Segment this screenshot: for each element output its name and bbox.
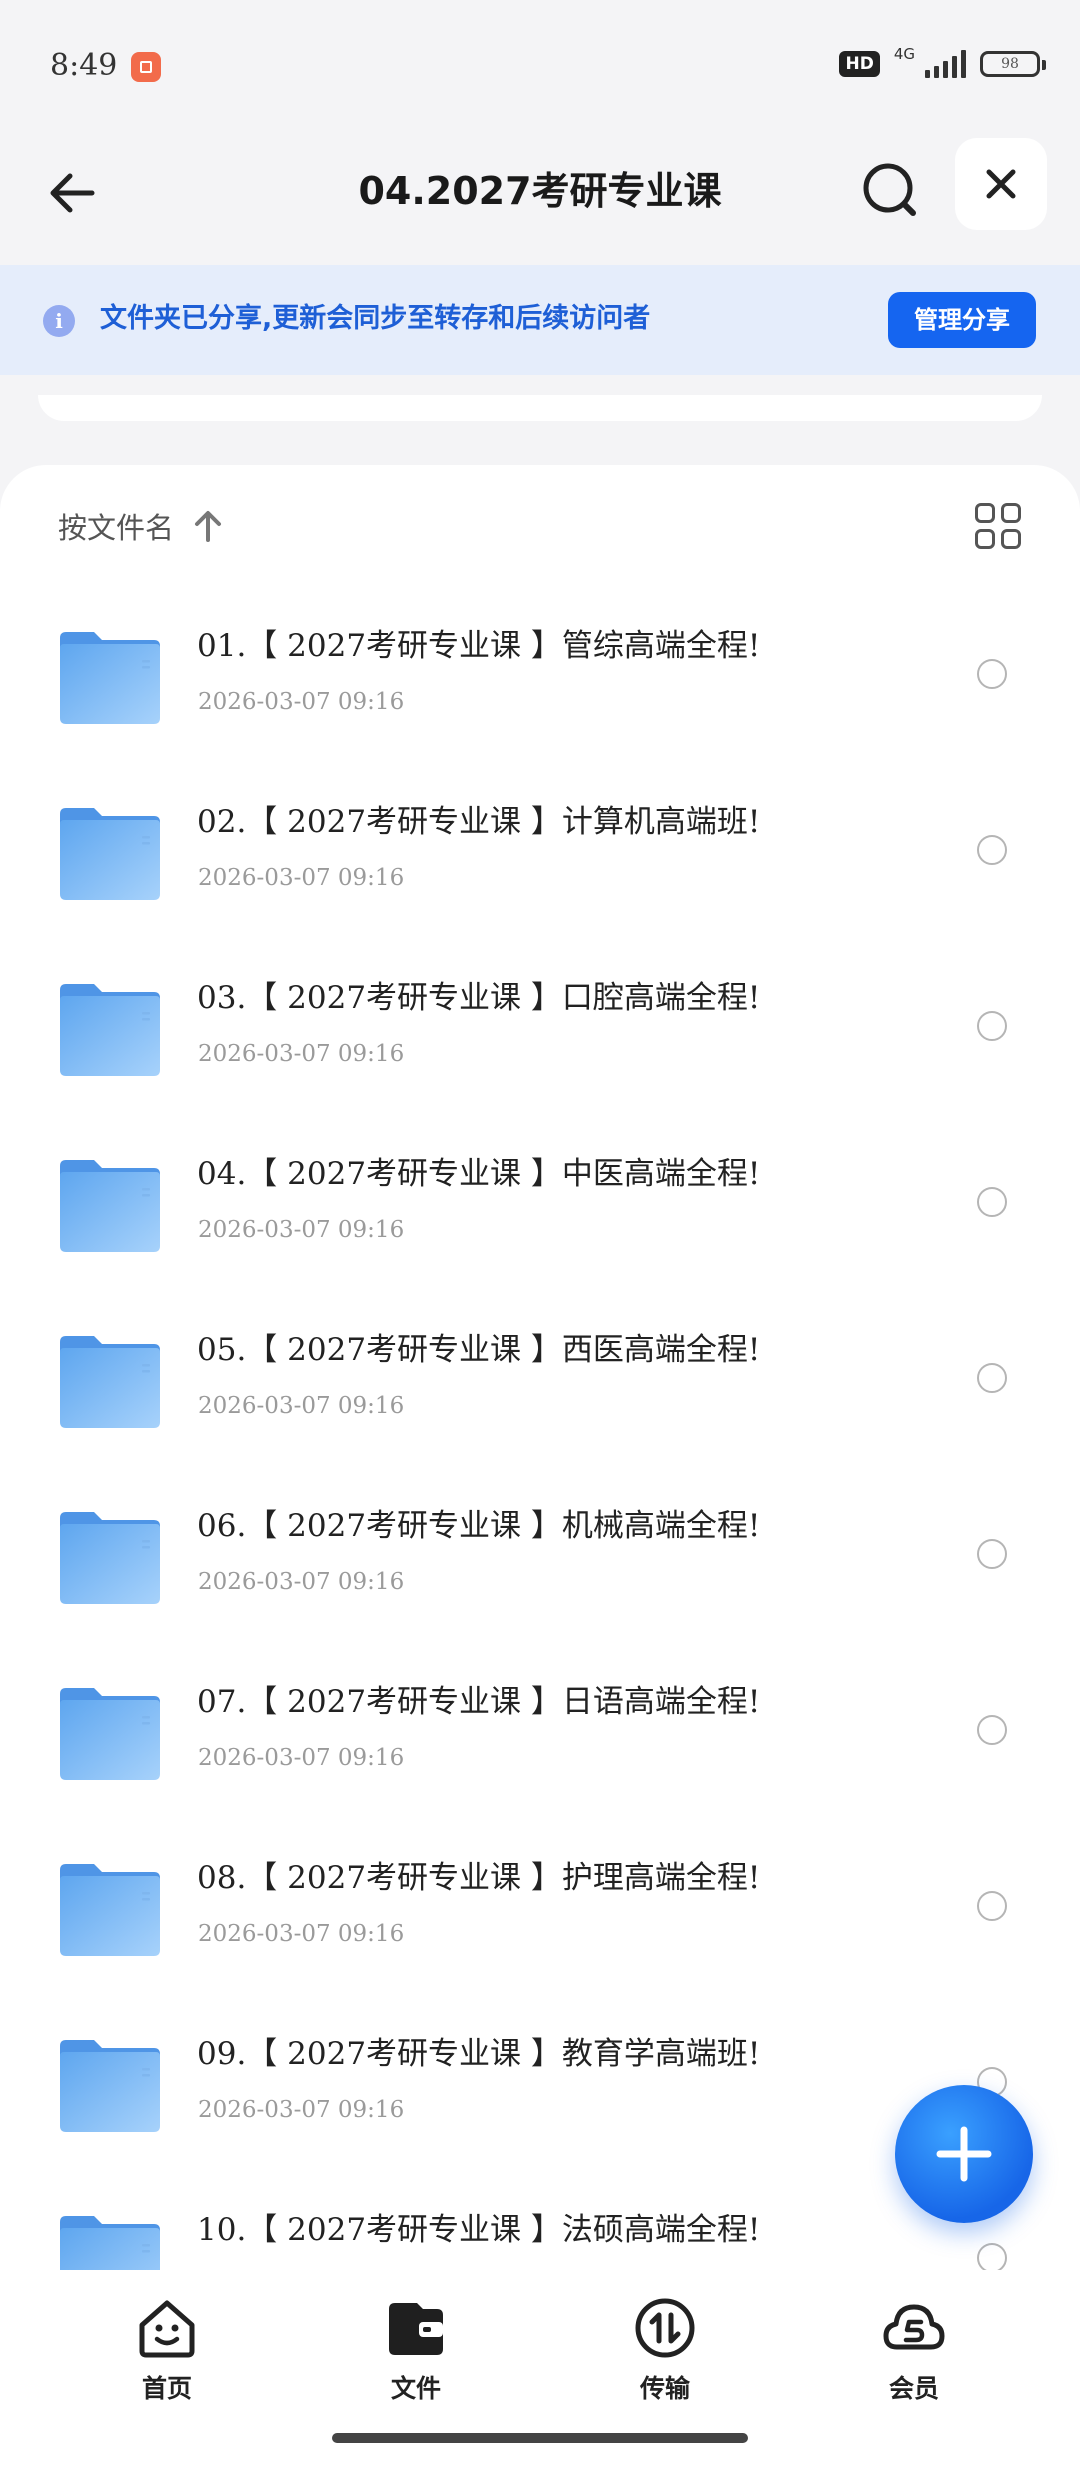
file-date: 2026-03-07 09:16 <box>198 1745 405 1771</box>
file-date: 2026-03-07 09:16 <box>198 1041 405 1067</box>
file-name: 03.【 2027考研专业课 】口腔高端全程! <box>197 980 761 1016</box>
file-name: 02.【 2027考研专业课 】计算机高端班! <box>197 804 761 840</box>
file-name: 07.【 2027考研专业课 】日语高端全程! <box>197 1684 761 1720</box>
nav-transfer-label: 传输 <box>639 2374 690 2403</box>
home-indicator <box>332 2433 748 2443</box>
folder-icon <box>60 984 160 1076</box>
search-icon <box>863 163 916 216</box>
file-date: 2026-03-07 09:16 <box>198 1921 405 1947</box>
file-row[interactable]: 05.【 2027考研专业课 】西医高端全程! 2026-03-07 09:16 <box>0 1299 1080 1475</box>
grid-view-icon[interactable] <box>975 503 1021 549</box>
bottom-nav: 首页 文件 传输 会员 <box>0 2270 1080 2460</box>
folder-icon <box>60 1512 160 1604</box>
select-checkbox[interactable] <box>977 2243 1007 2273</box>
file-date: 2026-03-07 09:16 <box>198 865 405 891</box>
hd-badge: HD <box>839 51 880 77</box>
file-name: 01.【 2027考研专业课 】管综高端全程! <box>197 628 761 664</box>
nav-files[interactable]: 文件 <box>336 2295 496 2405</box>
select-checkbox[interactable] <box>977 1715 1007 1745</box>
battery-level: 98 <box>1001 56 1019 72</box>
manage-share-button[interactable]: 管理分享 <box>888 292 1036 348</box>
file-row[interactable]: 04.【 2027考研专业课 】中医高端全程! 2026-03-07 09:16 <box>0 1123 1080 1299</box>
nav-home[interactable]: 首页 <box>87 2295 247 2405</box>
file-row[interactable]: 08.【 2027考研专业课 】护理高端全程! 2026-03-07 09:16 <box>0 1827 1080 2003</box>
file-row[interactable]: 06.【 2027考研专业课 】机械高端全程! 2026-03-07 09:16 <box>0 1475 1080 1651</box>
select-checkbox[interactable] <box>977 659 1007 689</box>
file-name: 04.【 2027考研专业课 】中医高端全程! <box>197 1156 761 1192</box>
file-row[interactable]: 03.【 2027考研专业课 】口腔高端全程! 2026-03-07 09:16 <box>0 947 1080 1123</box>
folder-icon <box>60 1864 160 1956</box>
close-button[interactable] <box>955 138 1047 230</box>
select-checkbox[interactable] <box>977 835 1007 865</box>
nav-transfer[interactable]: 传输 <box>585 2295 745 2405</box>
folder-icon <box>60 632 160 724</box>
plus-icon <box>936 2126 992 2182</box>
collapsed-panel-edge <box>38 395 1042 421</box>
nav-files-label: 文件 <box>390 2374 441 2403</box>
arrow-up-icon <box>195 511 222 542</box>
nav-member-label: 会员 <box>888 2374 939 2403</box>
file-date: 2026-03-07 09:16 <box>198 2097 405 2123</box>
file-date: 2026-03-07 09:16 <box>198 689 405 715</box>
info-icon: i <box>43 305 75 337</box>
status-time: 8:49 <box>50 48 118 83</box>
file-name: 05.【 2027考研专业课 】西医高端全程! <box>197 1332 761 1368</box>
file-date: 2026-03-07 09:16 <box>198 1217 405 1243</box>
folder-icon <box>60 1160 160 1252</box>
share-banner: i 文件夹已分享,更新会同步至转存和后续访问者 管理分享 <box>0 265 1080 375</box>
sort-control[interactable]: 按文件名 <box>58 505 224 547</box>
battery-icon: 98 <box>980 51 1046 77</box>
status-indicators: HD 4G 98 <box>839 45 1046 78</box>
file-name: 06.【 2027考研专业课 】机械高端全程! <box>197 1508 761 1544</box>
network-type: 4G <box>893 45 915 63</box>
close-icon <box>986 169 1016 199</box>
sort-label: 按文件名 <box>58 511 175 545</box>
select-checkbox[interactable] <box>977 1891 1007 1921</box>
signal-icon <box>925 50 966 78</box>
nav-member[interactable]: 会员 <box>834 2295 994 2405</box>
file-row[interactable]: 07.【 2027考研专业课 】日语高端全程! 2026-03-07 09:16 <box>0 1651 1080 1827</box>
select-checkbox[interactable] <box>977 1363 1007 1393</box>
app-notification-icon <box>131 52 161 82</box>
select-checkbox[interactable] <box>977 1011 1007 1041</box>
status-bar: 8:49 HD 4G 98 <box>0 0 1080 130</box>
select-checkbox[interactable] <box>977 1187 1007 1217</box>
wallet-folder-icon <box>389 2303 443 2355</box>
file-row[interactable]: 02.【 2027考研专业课 】计算机高端班! 2026-03-07 09:16 <box>0 771 1080 947</box>
folder-icon <box>60 808 160 900</box>
nav-home-label: 首页 <box>141 2374 192 2403</box>
file-row[interactable]: 01.【 2027考研专业课 】管综高端全程! 2026-03-07 09:16 <box>0 595 1080 771</box>
file-name: 10.【 2027考研专业课 】法硕高端全程! <box>197 2212 761 2248</box>
file-date: 2026-03-07 09:16 <box>198 1569 405 1595</box>
folder-icon <box>60 1688 160 1780</box>
member-cloud-icon <box>883 2304 945 2350</box>
banner-text: 文件夹已分享,更新会同步至转存和后续访问者 <box>100 303 651 334</box>
file-date: 2026-03-07 09:16 <box>198 1393 405 1419</box>
file-name: 08.【 2027考研专业课 】护理高端全程! <box>197 1860 761 1896</box>
search-button[interactable] <box>855 155 925 225</box>
header: 04.2027考研专业课 <box>0 130 1080 265</box>
select-checkbox[interactable] <box>977 1539 1007 1569</box>
folder-icon <box>60 2040 160 2132</box>
home-smile-icon <box>139 2300 195 2358</box>
add-button[interactable] <box>895 2085 1033 2223</box>
folder-icon <box>60 1336 160 1428</box>
file-name: 09.【 2027考研专业课 】教育学高端班! <box>197 2036 761 2072</box>
transfer-icon <box>635 2298 695 2358</box>
